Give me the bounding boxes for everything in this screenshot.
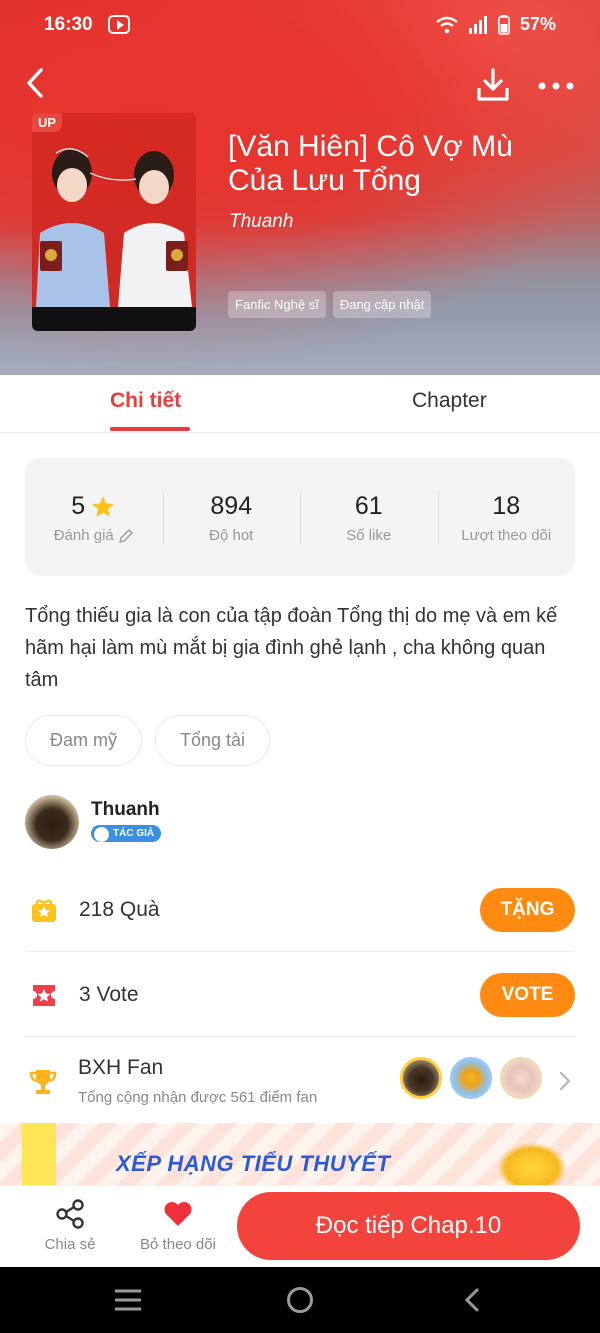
book-tags: Fanfic Nghệ sĩ Đang cập nhật [228, 291, 432, 318]
top-fans [400, 1057, 550, 1101]
followers-value: 18 [492, 492, 521, 520]
divider [25, 951, 575, 952]
stat-followers: 18 Lượt theo dõi [437, 458, 576, 576]
vote-row: 3 Vote VOTE [0, 953, 600, 1037]
fan-ranking-title: BXH Fan [78, 1056, 164, 1079]
chevron-right-icon [559, 1071, 571, 1091]
likes-value: 61 [354, 492, 383, 520]
status-time: 16:30 [44, 14, 93, 35]
tag-category[interactable]: Fanfic Nghệ sĩ [228, 291, 326, 318]
trophy-icon [29, 1070, 57, 1094]
wifi-icon [436, 16, 458, 33]
hot-label: Độ hot [209, 527, 254, 544]
more-options-icon[interactable] [536, 74, 576, 98]
bottom-action-bar: Chia sẻ Bỏ theo dõi Đọc tiếp Chap.10 [0, 1185, 600, 1267]
fan-ranking-subtitle: Tổng cộng nhận được 561 điểm fan [78, 1089, 318, 1106]
share-icon [56, 1199, 84, 1229]
hot-value: 894 [210, 492, 253, 520]
tab-bar: Chi tiết Chapter [0, 375, 600, 433]
vote-ticket-icon [33, 985, 55, 1006]
unfollow-label: Bỏ theo dõi [140, 1236, 216, 1253]
fan-avatar [400, 1057, 442, 1099]
status-icons: 57% [436, 14, 556, 35]
divider [25, 1036, 575, 1037]
gift-count: 218 Quà [79, 898, 160, 921]
book-author[interactable]: Thuanh [229, 211, 293, 233]
tag-status: Đang cập nhật [332, 291, 432, 318]
update-badge: UP [32, 113, 63, 132]
tab-chapter[interactable]: Chapter [412, 389, 487, 413]
youtube-notification-icon [108, 15, 130, 34]
author-avatar[interactable] [25, 795, 79, 849]
edit-icon[interactable] [118, 528, 134, 544]
unfollow-button[interactable]: Bỏ theo dõi [132, 1198, 224, 1253]
battery-level: 57% [519, 14, 556, 34]
nav-back-icon[interactable] [462, 1287, 482, 1313]
vote-count: 3 Vote [79, 983, 139, 1006]
fan-avatar [500, 1057, 542, 1099]
book-title: [Văn Hiên] Cô Vợ Mù Của Lưu Tổng [228, 130, 513, 197]
book-cover[interactable]: UP [32, 113, 196, 331]
signal-icon [468, 15, 487, 34]
book-header: 16:30 57% UP [Văn Hiên] Cô Vợ Mù Của Lưu… [0, 0, 600, 375]
share-button[interactable]: Chia sẻ [42, 1198, 98, 1253]
stat-hot: 894 Độ hot [162, 458, 301, 576]
author-card[interactable]: Thuanh TÁC GIẢ [25, 795, 325, 851]
book-description: Tổng thiếu gia là con của tập đoàn Tổng … [25, 605, 558, 691]
tab-active-indicator [110, 427, 190, 431]
author-badge: TÁC GIẢ [91, 825, 162, 842]
back-icon[interactable] [22, 66, 52, 100]
author-badge-label: TÁC GIẢ [113, 828, 155, 839]
banner-text: XẾP HẠNG TIỂU THUYẾT [116, 1151, 391, 1176]
stat-likes: 61 Số like [300, 458, 438, 576]
rating-value: 5 [71, 492, 86, 520]
status-bar: 16:30 57% [0, 0, 600, 52]
battery-icon [497, 14, 510, 35]
gift-button[interactable]: TẶNG [480, 888, 575, 932]
continue-reading-button[interactable]: Đọc tiếp Chap.10 [237, 1192, 580, 1260]
fan-ranking-row[interactable]: BXH Fan Tổng cộng nhận được 561 điểm fan [0, 1040, 600, 1122]
trophy-graphic [498, 1143, 566, 1185]
tab-detail[interactable]: Chi tiết [110, 389, 181, 413]
ranking-banner[interactable]: XẾP HẠNG TIỂU THUYẾT [0, 1123, 600, 1185]
genre-tag[interactable]: Tổng tài [155, 715, 271, 766]
followers-label: Lượt theo dõi [461, 527, 552, 544]
fan-avatar [450, 1057, 492, 1099]
share-label: Chia sẻ [44, 1236, 96, 1253]
heart-icon [164, 1202, 192, 1226]
download-icon[interactable] [474, 66, 512, 104]
author-name[interactable]: Thuanh [91, 799, 160, 821]
home-icon[interactable] [286, 1286, 314, 1314]
gift-icon [32, 899, 56, 922]
likes-label: Số like [346, 527, 392, 544]
stat-rating[interactable]: 5 Đánh giá [25, 458, 163, 576]
rating-label: Đánh giá [53, 527, 114, 544]
author-badge-icon [94, 827, 109, 842]
star-icon [92, 495, 115, 517]
system-nav-bar [0, 1267, 600, 1333]
cover-image [32, 113, 196, 307]
genre-tags: Đam mỹ Tổng tài [25, 715, 271, 766]
gift-row: 218 Quà TẶNG [0, 868, 600, 952]
genre-tag[interactable]: Đam mỹ [25, 715, 142, 766]
recent-apps-icon[interactable] [114, 1288, 142, 1312]
vote-button[interactable]: VOTE [480, 973, 575, 1017]
stats-panel: 5 Đánh giá 894 Độ hot 61 Số like 18 Lượt… [25, 458, 575, 576]
bookmark-graphic [22, 1123, 56, 1185]
